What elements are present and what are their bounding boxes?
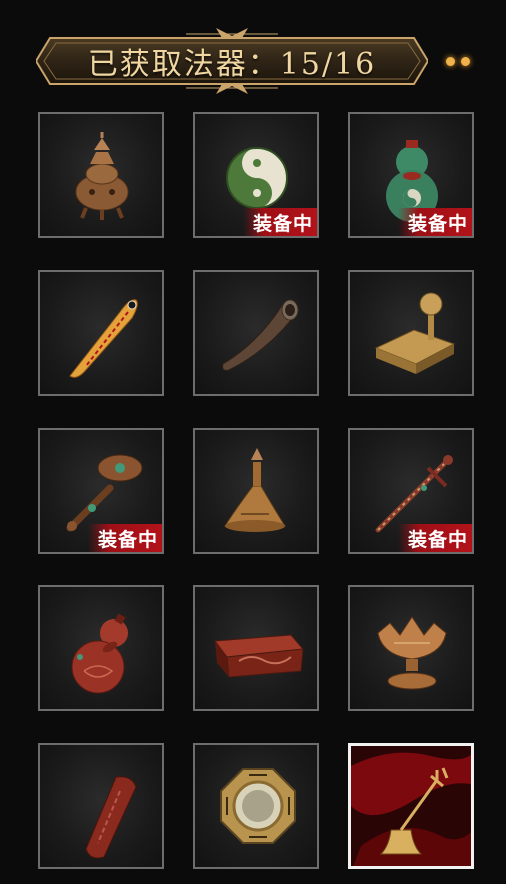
wood-block-icon — [214, 634, 304, 678]
grid-item-bagua-mirror[interactable] — [193, 743, 319, 869]
grid-item-red-gourd[interactable] — [38, 585, 164, 711]
artifact-grid: 装备中 装备中 装备中 装备中 — [0, 0, 506, 884]
equipped-badge: 装备中 — [397, 208, 472, 236]
horn-icon — [222, 299, 299, 371]
grid-item-command-token[interactable] — [38, 743, 164, 869]
grid-item-ruyi-scepter[interactable]: 装备中 — [38, 428, 164, 554]
trident-bell-icon — [351, 752, 471, 866]
grid-item-trident-bell-selected[interactable] — [348, 743, 474, 869]
lotus-lamp-icon — [377, 616, 447, 690]
bagua-mirror-icon — [220, 768, 296, 844]
grid-item-seal-stamp[interactable] — [348, 270, 474, 396]
equipped-badge: 装备中 — [242, 208, 317, 236]
grid-item-coin-sword[interactable]: 装备中 — [348, 428, 474, 554]
grid-item-lotus-lamp[interactable] — [348, 585, 474, 711]
grid-item-jade-gourd[interactable]: 装备中 — [348, 112, 474, 238]
grid-item-talisman-scroll[interactable] — [38, 270, 164, 396]
talisman-icon — [69, 299, 138, 378]
seal-icon — [374, 292, 456, 374]
censer-icon — [75, 132, 129, 220]
grid-item-carved-wood-block[interactable] — [193, 585, 319, 711]
bell-icon — [224, 448, 286, 532]
token-icon — [85, 776, 137, 859]
grid-item-bronze-censer[interactable] — [38, 112, 164, 238]
equipped-badge: 装备中 — [87, 524, 162, 552]
grid-item-jade-taiji-pendant[interactable]: 装备中 — [193, 112, 319, 238]
grid-item-bronze-bell[interactable] — [193, 428, 319, 554]
equipped-badge: 装备中 — [397, 524, 472, 552]
grid-item-ox-horn[interactable] — [193, 270, 319, 396]
red-gourd-icon — [71, 613, 128, 694]
